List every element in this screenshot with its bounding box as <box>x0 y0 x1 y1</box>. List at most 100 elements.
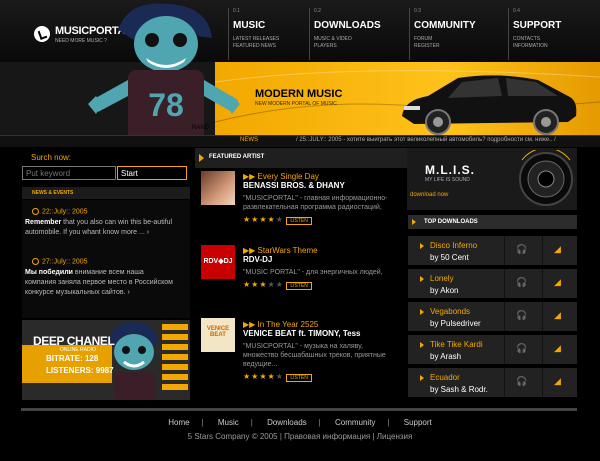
nav-sub[interactable]: FORUM <box>414 36 507 43</box>
news-ticker-label: NEWS <box>240 137 258 143</box>
artist-photo[interactable] <box>201 171 235 205</box>
footer-copyright: 5 Stars Company © 2005 | Правовая информ… <box>187 432 413 441</box>
listen-button[interactable]: LISTEN <box>286 282 312 290</box>
search-button[interactable]: Start <box>117 166 187 180</box>
download-row[interactable]: Lonely by Akon 🎧 ◢ <box>408 269 577 300</box>
nav-sub[interactable]: FEATURED NEWS <box>233 43 308 50</box>
clock-icon <box>32 208 39 215</box>
nav-title[interactable]: MUSIC <box>233 20 308 31</box>
mlis-subtitle: MY LIFE IS SOUND <box>425 177 470 183</box>
headphones-icon[interactable]: 🎧 <box>516 310 527 321</box>
featured-artist-title: FEATURED ARTIST <box>209 154 265 160</box>
radio-character-icon <box>108 321 158 400</box>
double-arrow-icon: ▶▶ <box>243 172 256 181</box>
download-icon[interactable]: ◢ <box>554 310 561 321</box>
nav-num: 0.4 <box>513 8 520 14</box>
track-name[interactable]: Vegabonds <box>430 307 470 316</box>
nav-sub[interactable]: LATEST RELEASES <box>233 36 308 43</box>
nav-support[interactable]: 0.4 SUPPORT CONTACTS INFORMATION <box>508 8 588 60</box>
divider <box>504 236 505 265</box>
character-illustration: 78 <box>88 3 240 142</box>
featured-item: ▶▶ StarWars Theme RDV-DJ "MUSIC PORTAL" … <box>243 246 398 290</box>
track-artist: by Sash & Rodr. <box>430 385 488 394</box>
nav-sub[interactable]: CONTACTS <box>513 36 588 43</box>
footer-link-home[interactable]: Home <box>168 418 189 427</box>
track-title[interactable]: StarWars Theme <box>258 246 318 255</box>
download-icon[interactable]: ◢ <box>554 244 561 255</box>
arrow-icon <box>420 276 424 282</box>
arrow-icon <box>420 375 424 381</box>
arrow-icon <box>420 342 424 348</box>
divider <box>504 335 505 364</box>
deep-channel-listeners: LISTENERS: 9987 <box>46 366 114 375</box>
download-row[interactable]: Ecuador by Sash & Rodr. 🎧 ◢ <box>408 368 577 399</box>
footer-link-community[interactable]: Community <box>335 418 375 427</box>
news-more-link[interactable]: › <box>147 229 149 236</box>
track-artist: by Arash <box>430 352 462 361</box>
news-ticker-text[interactable]: / 25::JULY:: 2005 - хотите выиграть этот… <box>296 137 556 143</box>
nav-sub[interactable]: PLAYERS <box>314 43 407 50</box>
arrow-icon <box>199 154 204 162</box>
footer-nav: Home | Music | Downloads | Community | Suppo… <box>0 418 600 427</box>
artist-description: "MUSICPORTAL" - музыка на халяву, множес… <box>243 343 386 368</box>
artist-description: "MUSICPORTAL" - главная информационно-ра… <box>243 195 388 211</box>
search-input[interactable] <box>22 166 116 180</box>
track-name[interactable]: Lonely <box>430 274 454 283</box>
divider <box>504 302 505 331</box>
nav-title[interactable]: DOWNLOADS <box>314 20 407 31</box>
divider <box>542 335 543 364</box>
footer-link-downloads[interactable]: Downloads <box>267 418 307 427</box>
rating-stars: ★★★★★ <box>243 372 284 381</box>
nav-title[interactable]: SUPPORT <box>513 20 588 31</box>
nav-downloads[interactable]: 0.2 DOWNLOADS MUSIC & VIDEO PLAYERS <box>309 8 407 60</box>
footer-link-music[interactable]: Music <box>218 418 239 427</box>
artist-name[interactable]: RDV-DJ <box>243 255 398 264</box>
nav-sub[interactable]: REGISTER <box>414 43 507 50</box>
download-icon[interactable]: ◢ <box>554 376 561 387</box>
separator: | <box>318 418 321 427</box>
news-more-link[interactable]: › <box>127 289 129 296</box>
news-item: 22::July:: 2005 Remember that you also c… <box>25 208 175 238</box>
nav-music[interactable]: 0.1 MUSIC LATEST RELEASES FEATURED NEWS <box>228 8 308 60</box>
news-highlight: Remember <box>25 219 62 227</box>
download-icon[interactable]: ◢ <box>554 277 561 288</box>
nav-title[interactable]: COMMUNITY <box>414 20 507 31</box>
download-row[interactable]: Disco Inferno by 50 Cent 🎧 ◢ <box>408 236 577 267</box>
track-title[interactable]: In The Year 2525 <box>258 320 319 329</box>
artist-logo[interactable]: VENICE BEAT <box>201 318 235 352</box>
track-name[interactable]: Tike Tike Kardi <box>430 340 483 349</box>
banner-title: MODERN MUSIC <box>255 88 343 100</box>
nav-sub[interactable]: MUSIC & VIDEO <box>314 36 407 43</box>
artist-name[interactable]: BENASSI BROS. & DHANY <box>243 181 398 190</box>
headphones-icon[interactable]: 🎧 <box>516 244 527 255</box>
divider <box>504 269 505 298</box>
headphones-icon[interactable]: 🎧 <box>516 343 527 354</box>
headphones-icon[interactable]: 🎧 <box>516 376 527 387</box>
logo-icon[interactable] <box>34 26 50 42</box>
track-title[interactable]: Every Single Day <box>258 172 319 181</box>
headphones-icon[interactable]: 🎧 <box>516 277 527 288</box>
arrow-icon <box>412 219 416 225</box>
listen-button[interactable]: LISTEN <box>286 374 312 382</box>
track-artist: by 50 Cent <box>430 253 469 262</box>
jersey-number: 78 <box>148 87 184 123</box>
mlis-title[interactable]: M.L.I.S. <box>425 163 475 177</box>
download-icon[interactable]: ◢ <box>554 343 561 354</box>
track-name[interactable]: Ecuador <box>430 373 460 382</box>
track-name[interactable]: Disco Inferno <box>430 241 477 250</box>
news-date: 27::July:: 2005 <box>42 258 88 266</box>
nav-community[interactable]: 0.3 COMMUNITY FORUM REGISTER <box>409 8 507 60</box>
download-now-link[interactable]: download now <box>410 192 448 198</box>
artist-logo[interactable]: RDV◆DJ <box>201 245 235 279</box>
listen-button[interactable]: LISTEN <box>286 217 312 225</box>
deep-channel-title[interactable]: DEEP CHANEL <box>33 334 115 348</box>
download-row[interactable]: Tike Tike Kardi by Arash 🎧 ◢ <box>408 335 577 366</box>
double-arrow-icon: ▶▶ <box>243 246 256 255</box>
banner-brand-fragment: RAND <box>192 125 210 131</box>
nav-sub[interactable]: INFORMATION <box>513 43 588 50</box>
download-row[interactable]: Vegabonds by Pulsedriver 🎧 ◢ <box>408 302 577 333</box>
divider <box>542 302 543 331</box>
news-events-box: 22::July:: 2005 Remember that you also c… <box>22 200 190 318</box>
artist-name[interactable]: VENICE BEAT ft. TIMONY, Tess <box>243 329 398 338</box>
footer-link-support[interactable]: Support <box>404 418 432 427</box>
